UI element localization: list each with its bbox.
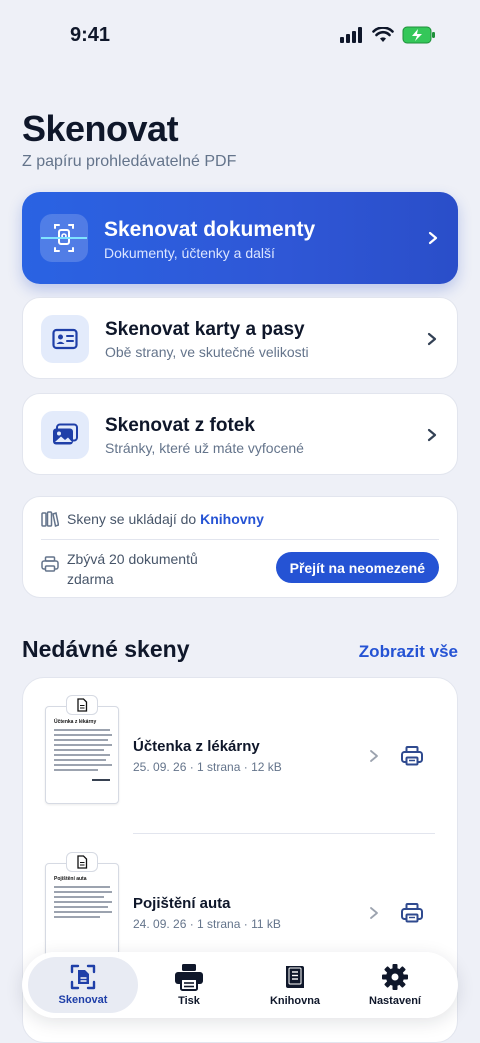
scan-from-photos-button[interactable]: Skenovat z fotek Stránky, které už máte …: [22, 393, 458, 475]
library-icon: [41, 511, 59, 527]
scan-name: Pojištění auta: [133, 895, 231, 912]
id-card-icon: [41, 315, 89, 363]
document-icon: [66, 852, 98, 872]
tab-settings[interactable]: Nastavení: [340, 957, 450, 1013]
cellular-signal-icon: [340, 27, 362, 43]
tab-label: Tisk: [178, 995, 200, 1007]
scan-documents-button[interactable]: Skenovat dokumenty Dokumenty, účtenky a …: [22, 192, 458, 284]
tab-label: Knihovna: [269, 995, 321, 1007]
scan-name: Účtenka z lékárny: [133, 738, 260, 755]
status-icons: [340, 26, 436, 44]
document-thumbnail: Účtenka z lékárny: [45, 695, 119, 804]
storage-info: Skeny se ukládají do Knihovny: [41, 511, 264, 527]
scan-cards-button[interactable]: Skenovat karty a pasy Obě strany, ve sku…: [22, 297, 458, 379]
document-icon: [66, 695, 98, 715]
divider: [133, 833, 435, 834]
scan-cards-subtitle: Obě strany, ve skutečné velikosti: [105, 344, 309, 360]
scan-documents-subtitle: Dokumenty, účtenky a další: [104, 245, 275, 261]
chevron-right-icon: [370, 907, 378, 919]
tab-scan[interactable]: Skenovat: [28, 957, 138, 1013]
status-time: 9:41: [70, 24, 111, 46]
chevron-right-icon: [427, 428, 437, 442]
scan-meta: 25. 09. 26 · 1 strana · 12 kB: [133, 760, 282, 774]
scan-from-photos-title: Skenovat z fotek: [105, 415, 255, 436]
scan-icon: [70, 964, 96, 990]
scan-meta: 24. 09. 26 · 1 strana · 11 kB: [133, 917, 281, 931]
chevron-right-icon: [427, 332, 437, 346]
printer-icon: [175, 964, 203, 991]
scan-cards-title: Skenovat karty a pasy: [105, 319, 305, 340]
chevron-right-icon: [428, 231, 438, 245]
tab-library[interactable]: Knihovna: [240, 957, 350, 1013]
tab-label: Nastavení: [369, 995, 421, 1007]
see-all-link[interactable]: Zobrazit vše: [359, 642, 458, 662]
thumbnail-heading: Pojištění auta: [54, 876, 87, 882]
scan-from-photos-subtitle: Stránky, které už máte vyfocené: [105, 440, 304, 456]
quota-line-1: Zbývá 20 dokumentů: [67, 551, 198, 567]
print-button[interactable]: [399, 744, 425, 768]
print-button[interactable]: [399, 901, 425, 925]
printer-icon: [41, 556, 59, 572]
printer-icon: [401, 903, 423, 923]
tab-label: Skenovat: [58, 994, 108, 1006]
scan-document-icon: [40, 214, 88, 262]
page-subtitle: Z papíru prohledávatelné PDF: [22, 153, 237, 170]
info-card: Skeny se ukládají do Knihovny Zbývá 20 d…: [22, 496, 458, 598]
battery-charging-icon: [402, 26, 435, 44]
tab-print[interactable]: Tisk: [134, 957, 244, 1013]
tab-bar: Skenovat Tisk Knihovna Nastavení: [22, 952, 458, 1018]
gear-icon: [382, 964, 408, 990]
page-title: Skenovat: [22, 108, 179, 149]
library-link[interactable]: Knihovny: [200, 511, 264, 527]
printer-icon: [401, 746, 423, 766]
library-icon: [286, 966, 304, 988]
status-bar: 9:41: [0, 0, 480, 70]
wifi-icon: [372, 27, 394, 42]
photos-icon: [41, 411, 89, 459]
thumbnail-heading: Účtenka z lékárny: [54, 719, 97, 725]
divider: [41, 539, 439, 540]
recent-scans-title: Nedávné skeny: [22, 636, 190, 662]
scan-documents-title: Skenovat dokumenty: [104, 218, 316, 241]
upgrade-button[interactable]: Přejít na neomezené: [275, 552, 439, 583]
storage-text: Skeny se ukládají do: [67, 511, 201, 527]
chevron-right-icon: [370, 750, 378, 762]
quota-info: Zbývá 20 dokumentů zdarma: [41, 549, 198, 589]
quota-line-2: zdarma: [67, 571, 114, 587]
list-item[interactable]: Účtenka z lékárny Účtenka z lékárny 25. …: [23, 678, 457, 818]
